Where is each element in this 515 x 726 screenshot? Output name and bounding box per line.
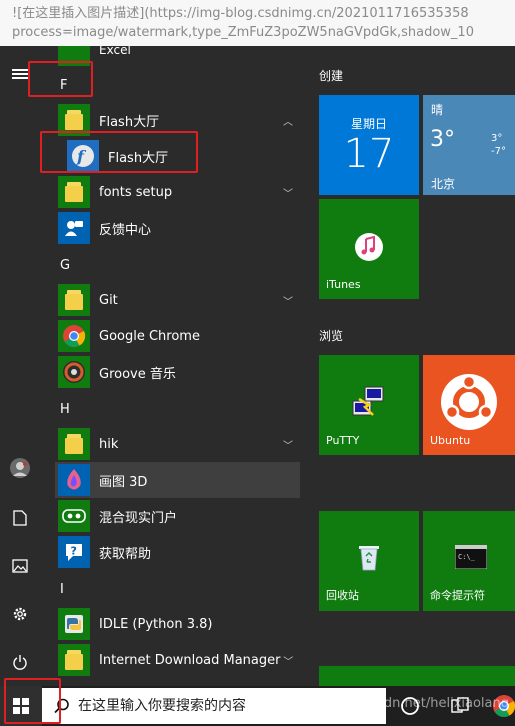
groove-icon [63,361,85,383]
tile-label: Ubuntu [430,434,471,447]
weather-low: -7° [491,146,506,157]
list-item-label: 反馈中心 [99,222,152,238]
recycle-bin-icon [359,546,379,571]
tile-calendar[interactable]: 星期日 17 [319,95,419,195]
pictures-button[interactable] [0,546,40,586]
list-item-hik[interactable]: hik ﹀ [58,426,300,462]
power-icon [13,655,27,670]
tile-itunes[interactable]: iTunes [319,199,419,299]
watermark-text: https://blog.csdn.net/helixiaolang [291,696,509,711]
svg-text:C:\_: C:\_ [458,553,476,561]
putty-icon [352,386,384,416]
tile-label: 回收站 [326,589,359,602]
list-item-label: 获取帮助 [99,546,152,562]
list-item-google-chrome[interactable]: Google Chrome [58,318,300,354]
chevron-down-icon: ﹀ [283,296,293,308]
command-prompt-icon: C:\_ [455,545,487,569]
folder-icon [65,434,83,454]
list-item-label: Git [99,292,118,308]
chevron-down-icon: ﹀ [283,656,294,668]
list-item-paint-3d[interactable]: 画图 3D [55,462,300,498]
gear-icon [13,607,27,621]
tile-ubuntu[interactable]: Ubuntu [423,355,515,455]
annotation-box-letter-f [28,61,93,97]
markdown-line-2: process=image/watermark,type_ZmFuZ3poZW5… [12,25,474,40]
tile-putty[interactable]: PuTTY [319,355,419,455]
list-item-label: Internet Download Manager [99,652,281,668]
weather-temp: 3° [430,127,455,152]
calendar-weekday: 星期日 [350,117,387,131]
python-icon [65,615,83,633]
list-item-git[interactable]: Git ﹀ [58,282,300,318]
help-icon: ? [66,544,82,561]
annotation-box-flash-app [40,131,198,173]
list-item-fonts-setup[interactable]: fonts setup ﹀ [58,174,300,210]
chevron-down-icon: ﹀ [283,440,293,452]
section-title-browse: 浏览 [319,329,344,343]
tile-label: iTunes [326,278,361,291]
start-left-rail [0,46,40,686]
feedback-icon [65,221,83,236]
list-item-label: Groove 音乐 [99,366,176,382]
list-item-label: 混合现实门户 [99,510,178,526]
list-item-idle-python[interactable]: IDLE (Python 3.8) [58,606,300,642]
group-letter-i[interactable]: I [60,582,64,597]
settings-button[interactable] [0,594,40,634]
list-item-excel[interactable]: Excel [58,46,300,68]
weather-city: 北京 [431,177,456,191]
tile-label: 命令提示符 [430,589,485,602]
tile-partial-bottom[interactable] [319,666,515,686]
ubuntu-icon [441,374,497,430]
calendar-day: 17 [343,131,395,177]
folder-icon [65,110,83,130]
list-item-mixed-reality[interactable]: 混合现实门户 [58,498,300,534]
hamburger-icon [12,67,28,81]
list-item-label: IDLE (Python 3.8) [99,616,213,632]
chevron-up-icon: ︿ [283,116,293,128]
list-item-feedback-hub[interactable]: 反馈中心 [58,210,300,246]
tile-recycle-bin[interactable]: 回收站 [319,511,419,611]
tile-weather[interactable]: 晴 3° 3° -7° 北京 [423,95,515,195]
mixed-reality-icon [62,509,86,523]
itunes-icon [355,233,383,261]
power-button[interactable] [0,642,40,682]
tile-label: PuTTY [326,434,360,447]
documents-button[interactable] [0,498,40,538]
annotation-box-start-button [4,678,61,724]
folder-icon [65,182,83,202]
list-item-groove-music[interactable]: Groove 音乐 [58,354,300,390]
section-title-create: 创建 [319,69,344,83]
chevron-down-icon: ﹀ [283,188,293,200]
list-item-label: Flash大厅 [99,114,160,130]
paint3d-icon [67,469,81,490]
avatar [10,458,30,478]
document-icon [13,510,27,526]
pictures-icon [12,559,28,573]
list-item-label: Google Chrome [99,328,200,344]
list-item-label: 画图 3D [99,474,148,490]
group-letter-h[interactable]: H [60,402,70,417]
list-item-label: Excel [99,46,131,57]
browser-text-strip: ![在这里插入图片描述](https://img-blog.csdnimg.cn… [0,0,515,46]
user-avatar-button[interactable] [0,448,40,488]
weather-high: 3° [491,133,503,144]
chrome-icon [63,325,86,347]
list-item-label: hik [99,436,119,452]
svg-text:?: ? [71,545,77,558]
folder-icon [65,290,83,310]
list-item-label: fonts setup [99,184,173,200]
group-letter-g[interactable]: G [60,258,70,273]
tile-command-prompt[interactable]: C:\_ 命令提示符 [423,511,515,611]
weather-condition: 晴 [431,103,444,117]
markdown-line-1: ![在这里插入图片描述](https://img-blog.csdnimg.cn… [12,6,469,21]
list-item-get-help[interactable]: ? 获取帮助 [58,534,300,570]
folder-icon [65,650,83,670]
list-item-internet-download-manager[interactable]: Internet Download Manager ﹀ [58,642,300,678]
